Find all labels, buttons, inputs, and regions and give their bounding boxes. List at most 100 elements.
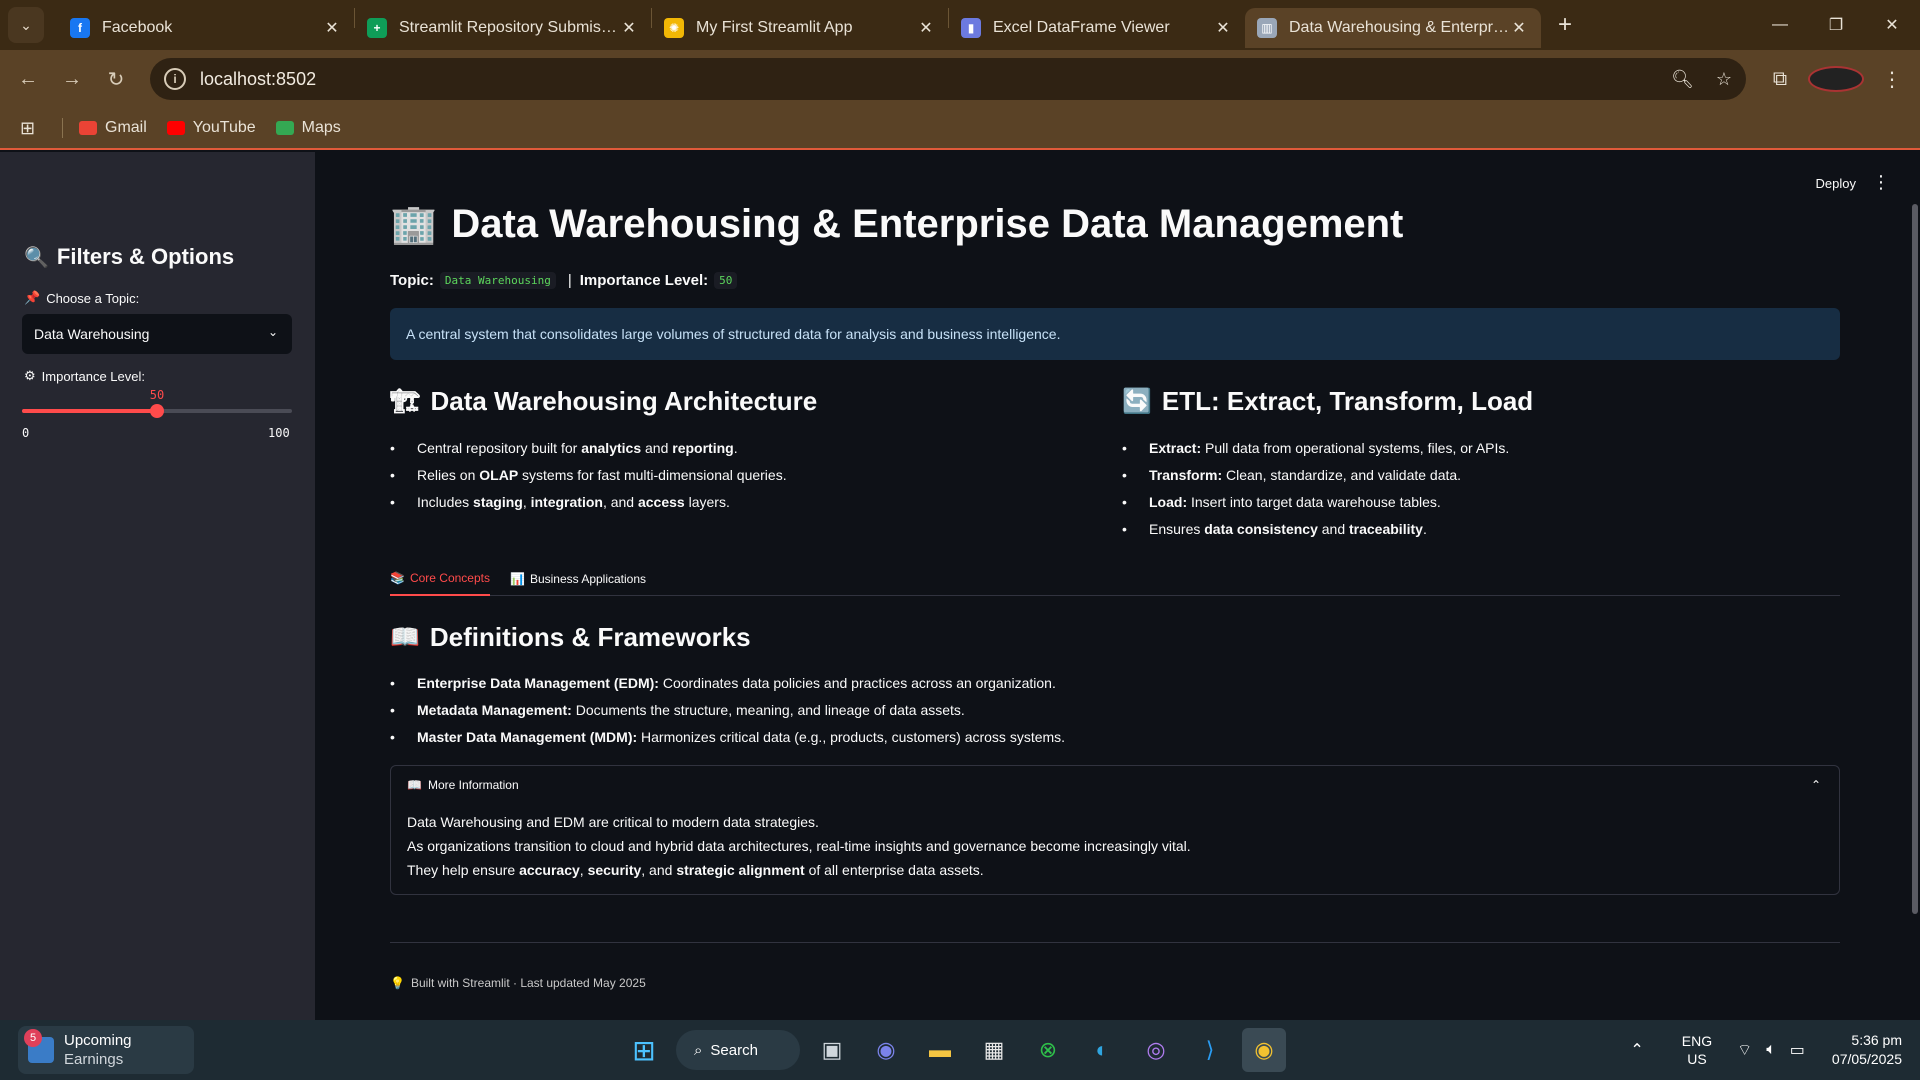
taskbar-apps: ⊞ ⌕ Search ▣ ◉ ▬ ▦ ⊗ ◐ ◎ ⟩ ◉	[622, 1028, 1286, 1072]
close-tab-icon[interactable]: ✕	[1509, 18, 1529, 38]
site-info-icon[interactable]: i	[164, 68, 186, 90]
open-book-icon: 📖	[390, 624, 420, 651]
sidebar: 🔍 Filters & Options 📌 Choose a Topic: Da…	[0, 152, 315, 1020]
edge-icon[interactable]: ◐	[1080, 1028, 1124, 1072]
chevron-up-icon[interactable]: ⌃	[1630, 1040, 1643, 1060]
taskbar-search[interactable]: ⌕ Search	[676, 1030, 800, 1070]
browser-menu-icon[interactable]: ⋮	[1864, 67, 1920, 92]
chevron-up-icon[interactable]: ⌃	[1811, 778, 1821, 792]
tab-label: Business Applications	[529, 572, 647, 586]
back-icon[interactable]: ←	[6, 59, 50, 99]
deploy-button[interactable]: Deploy	[1816, 176, 1856, 191]
system-tray: ⌃ ENG US ⌔ 🔈︎ ▭ 5:36 pm 07/05/2025	[1623, 1020, 1920, 1080]
topic-label: 📌 Choose a Topic:	[24, 290, 139, 306]
sidebar-title: 🔍 Filters & Options	[24, 244, 234, 270]
zoom-icon[interactable]: 🔍︎	[1671, 69, 1694, 90]
slider-min: 0	[22, 426, 30, 440]
importance-slider[interactable]	[22, 404, 292, 418]
bookmark-star-icon[interactable]: ☆	[1716, 69, 1732, 90]
omnibox[interactable]: i localhost:8502 🔍︎ ☆	[150, 58, 1746, 100]
meta-topic-label: Topic:	[390, 272, 434, 289]
list-item: Transform: Clean, standardize, and valid…	[1122, 462, 1509, 489]
importance-label-text: Importance Level:	[41, 368, 145, 384]
taskbar: 5 Upcoming Earnings ⊞ ⌕ Search ▣ ◉ ▬ ▦ ⊗…	[0, 1020, 1920, 1080]
bookmark-youtube[interactable]: YouTube	[166, 119, 256, 137]
expander-line: They help ensure accuracy, security, and…	[407, 862, 984, 878]
main-area: Deploy ⋮ 🏢 Data Warehousing & Enterprise…	[315, 152, 1920, 1020]
browser-tab-title: Excel DataFrame Viewer	[993, 19, 1170, 36]
bookmark-maps[interactable]: Maps	[275, 119, 341, 137]
maps-icon	[275, 121, 294, 135]
task-view-icon[interactable]: ▣	[810, 1028, 854, 1072]
facebook-icon: f	[70, 18, 90, 38]
url-text[interactable]: localhost:8502	[200, 69, 316, 90]
close-tab-icon[interactable]: ✕	[1213, 18, 1233, 38]
xbox-icon[interactable]: ⊗	[1026, 1028, 1070, 1072]
close-tab-icon[interactable]: ✕	[916, 18, 936, 38]
refresh-icon: 🔄	[1122, 388, 1152, 415]
apps-grid-icon[interactable]: ⊞	[20, 118, 48, 139]
meta-importance-value: 50	[714, 272, 738, 289]
minimize-icon[interactable]: —	[1752, 0, 1808, 50]
expander-body: Data Warehousing and EDM are critical to…	[407, 810, 1191, 882]
content-tabs: 📚 Core Concepts 📊 Business Applications	[390, 562, 1840, 596]
expander-title: More Information	[427, 778, 519, 792]
more-info-expander: 📖 More Information ⌃ Data Warehousing an…	[390, 765, 1840, 895]
wifi-icon[interactable]: ⌔	[1737, 1040, 1752, 1060]
sheets-icon: +	[367, 18, 387, 38]
close-tab-icon[interactable]: ✕	[619, 18, 639, 38]
scrollbar[interactable]	[1912, 204, 1918, 914]
clock[interactable]: 5:36 pm 07/05/2025	[1832, 1031, 1902, 1069]
bar-chart-icon: 📊	[510, 572, 525, 586]
tab-core-concepts[interactable]: 📚 Core Concepts	[390, 562, 490, 596]
volume-icon[interactable]: 🔈︎	[1766, 1041, 1776, 1059]
slider-thumb[interactable]	[150, 404, 164, 418]
bookmarks-divider	[62, 118, 63, 138]
language-indicator[interactable]: ENG US	[1682, 1032, 1712, 1068]
bookmark-gmail[interactable]: Gmail	[79, 119, 147, 137]
list-item: Central repository built for analytics a…	[390, 435, 787, 462]
profile-button[interactable]	[1808, 66, 1864, 92]
browser-tab[interactable]: ▥ Data Warehousing & Enterprise Data Mana…	[1245, 8, 1541, 48]
meta-separator: |	[567, 272, 572, 289]
arch-list: Central repository built for analytics a…	[390, 435, 787, 516]
tab-label: Core Concepts	[409, 571, 490, 585]
avatar	[1808, 66, 1864, 92]
close-window-icon[interactable]: ✕	[1864, 0, 1920, 50]
browser-tab-title: Facebook	[102, 19, 173, 36]
close-tab-icon[interactable]: ✕	[322, 18, 342, 38]
widgets-button[interactable]: 5 Upcoming Earnings	[18, 1026, 194, 1074]
battery-icon[interactable]: ▭	[1790, 1040, 1805, 1060]
browser-tab[interactable]: ▮ Excel DataFrame Viewer ✕	[949, 8, 1245, 48]
app-menu-icon[interactable]: ⋮	[1872, 172, 1890, 193]
browser-tab[interactable]: ✺ My First Streamlit App ✕	[652, 8, 948, 48]
browser-tab-title: Streamlit Repository Submission	[399, 19, 619, 36]
app-icon[interactable]: ◎	[1134, 1028, 1178, 1072]
forward-icon[interactable]: →	[50, 59, 94, 99]
meta-importance-label: Importance Level:	[579, 272, 709, 289]
tab-search-icon[interactable]: ⌄	[8, 7, 44, 43]
bookmark-label: YouTube	[192, 119, 256, 136]
chrome-icon[interactable]: ◉	[1242, 1028, 1286, 1072]
chevron-down-icon: ⌄	[267, 325, 278, 339]
expander-header[interactable]: 📖 More Information	[407, 778, 519, 792]
stocks-icon: 5	[24, 1029, 54, 1063]
topic-select[interactable]: Data Warehousing ⌄	[22, 314, 292, 354]
vscode-icon[interactable]: ⟩	[1188, 1028, 1232, 1072]
reload-icon[interactable]: ↻	[94, 59, 138, 99]
teams-icon[interactable]: ◉	[864, 1028, 908, 1072]
restore-icon[interactable]: ❐	[1808, 0, 1864, 50]
browser-tab-title: My First Streamlit App	[696, 19, 853, 36]
tab-business-applications[interactable]: 📊 Business Applications	[510, 562, 646, 596]
store-icon[interactable]: ▦	[972, 1028, 1016, 1072]
widget-title: Upcoming	[64, 1032, 132, 1049]
bookmark-label: Gmail	[105, 119, 147, 136]
book-icon: 📖	[407, 778, 422, 792]
windows-start-icon[interactable]: ⊞	[622, 1028, 666, 1072]
browser-tab[interactable]: f Facebook ✕	[58, 8, 354, 48]
new-tab-button[interactable]: +	[1549, 9, 1581, 41]
browser-tab[interactable]: + Streamlit Repository Submission ✕	[355, 8, 651, 48]
file-explorer-icon[interactable]: ▬	[918, 1028, 962, 1072]
importance-label: ⚙ Importance Level:	[24, 368, 145, 384]
extensions-icon[interactable]: ⧉	[1752, 68, 1808, 91]
